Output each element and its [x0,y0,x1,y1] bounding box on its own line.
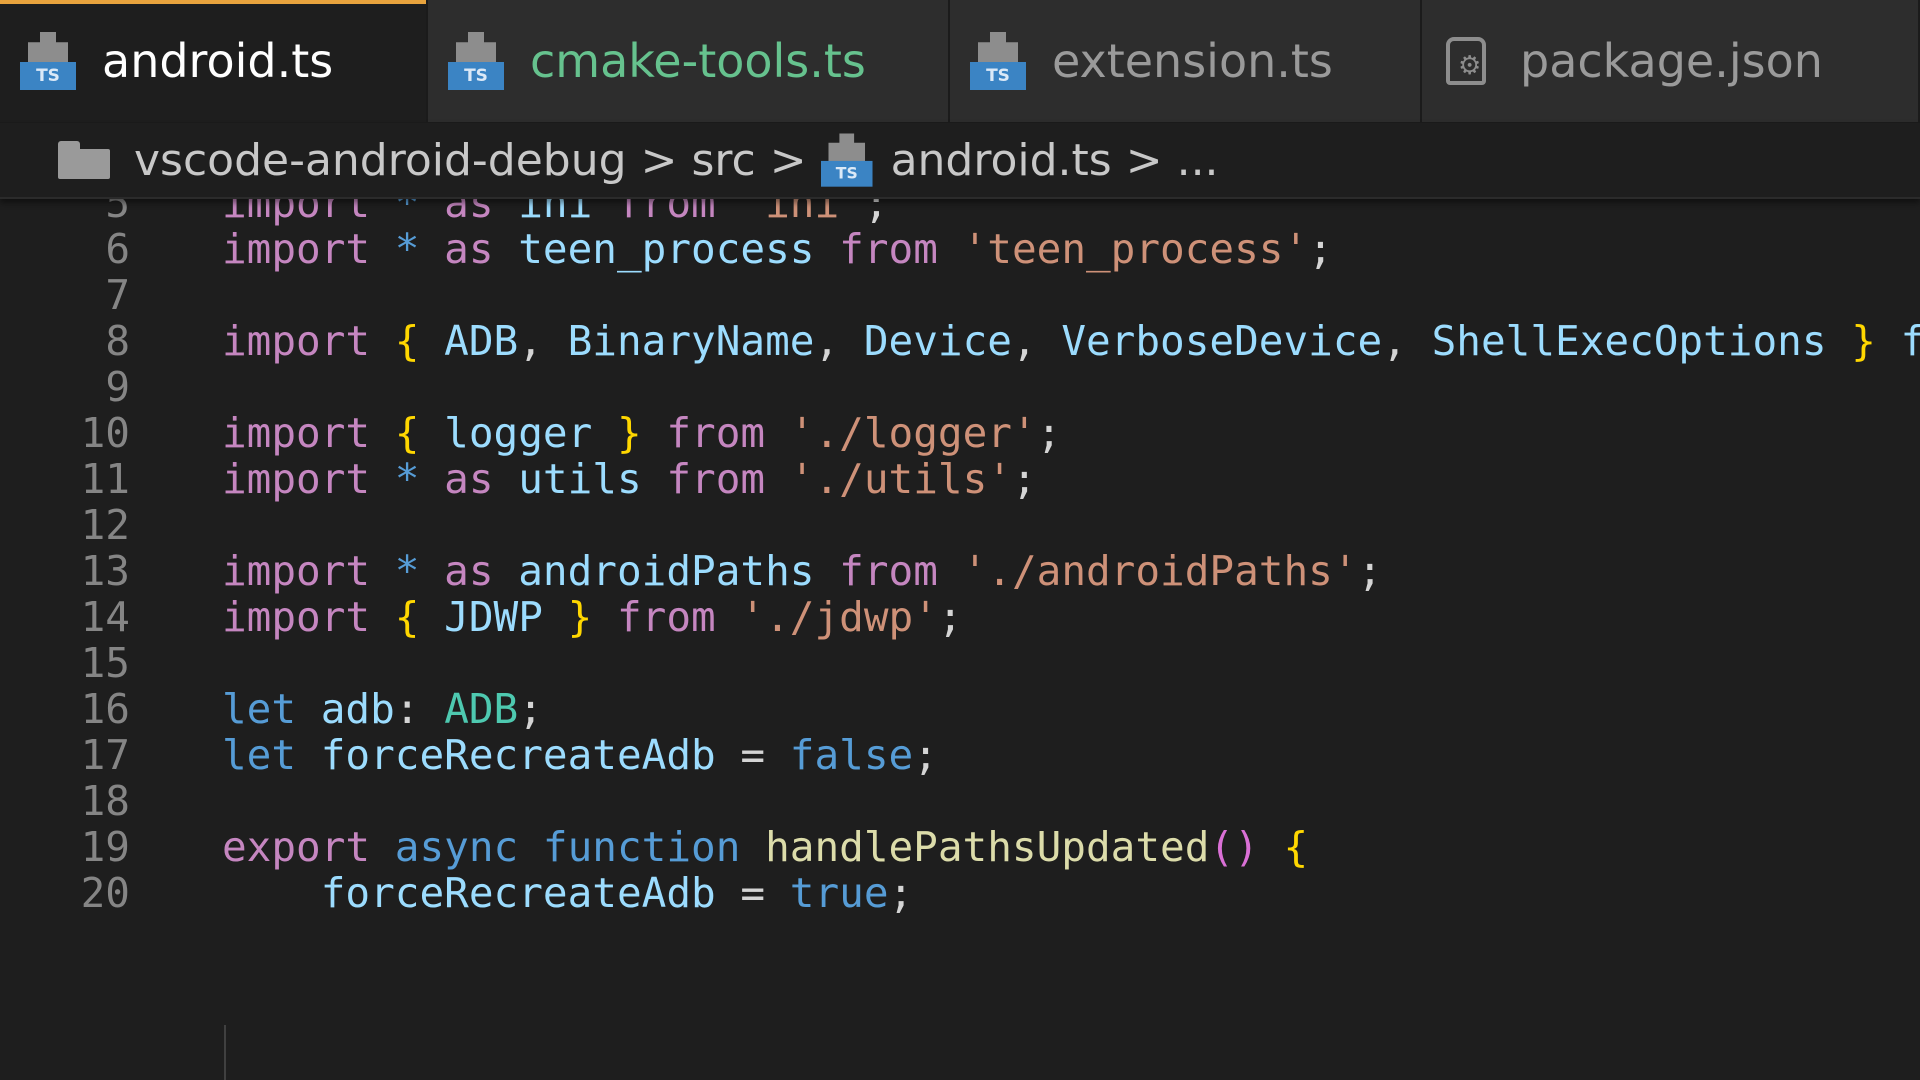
tab-label: android.ts [102,34,334,88]
typescript-file-icon: TS [448,32,504,90]
code-editor[interactable]: 5 import * as ini from 'ini'; 6 import * as… [0,197,1920,1080]
tab-cmake-tools-ts[interactable]: TS cmake-tools.ts [428,0,950,122]
tab-package-json[interactable]: ⚙ package.json [1422,0,1920,122]
editor-tab-bar: TS android.ts TS cmake-tools.ts TS exten… [0,0,1920,123]
breadcrumb-src[interactable]: src [691,135,755,186]
line-number: 20 [80,869,130,917]
chevron-right-icon: > [769,134,807,186]
indent-guide [224,1025,226,1080]
breadcrumb-more[interactable]: ... [1177,135,1219,186]
tab-label: extension.ts [1052,34,1333,88]
tab-extension-ts[interactable]: TS extension.ts [950,0,1422,122]
json-file-icon: ⚙ [1442,33,1494,89]
chevron-right-icon: > [640,134,678,186]
code-line[interactable]: 20 forceRecreateAdb = true; [0,865,1920,921]
typescript-file-icon: TS [970,32,1026,90]
breadcrumb-file[interactable]: android.ts [891,135,1112,186]
folder-icon [58,141,110,179]
tab-label: cmake-tools.ts [530,34,866,88]
tab-android-ts[interactable]: TS android.ts [0,0,428,122]
tab-label: package.json [1520,34,1823,88]
breadcrumb-folder[interactable]: vscode-android-debug [134,135,627,186]
code-text: forceRecreateAdb = true; [320,869,914,917]
typescript-file-icon: TS [20,32,76,90]
chevron-right-icon: > [1125,134,1163,186]
typescript-file-icon: TS [820,133,873,187]
breadcrumb: vscode-android-debug > src > TS android.… [0,123,1920,199]
